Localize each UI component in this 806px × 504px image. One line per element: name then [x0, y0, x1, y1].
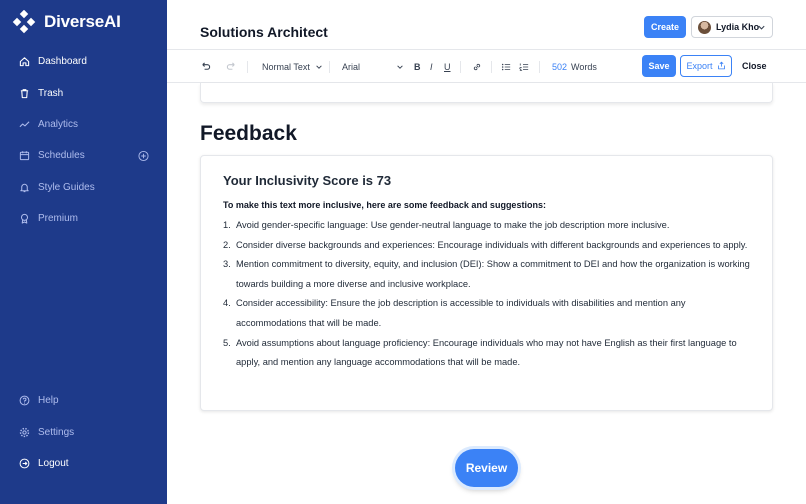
text-style-value: Normal Text [262, 61, 310, 72]
word-count: 502 Words [552, 50, 597, 83]
sidebar-item-label: Style Guides [38, 181, 95, 193]
export-label: Export [686, 61, 713, 71]
export-button[interactable]: Export [680, 55, 732, 77]
bold-button[interactable]: B [414, 50, 421, 83]
sidebar-item-schedules[interactable]: Schedules [0, 140, 167, 171]
create-button[interactable]: Create [644, 16, 686, 38]
toolbar-divider [539, 61, 540, 73]
page-title[interactable]: Solutions Architect [200, 24, 328, 40]
bell-icon [18, 181, 30, 193]
sidebar-nav: Dashboard Trash Analytics Schedules Styl… [0, 46, 167, 234]
sidebar-item-style-guides[interactable]: Style Guides [0, 172, 167, 203]
user-name: Lydia Kho [716, 22, 760, 32]
sidebar-bottom-nav: Help Settings Logout [0, 385, 167, 479]
toolbar-divider [329, 61, 330, 73]
font-value: Arial [342, 61, 361, 72]
italic-button[interactable]: I [430, 50, 433, 83]
feedback-intro: To make this text more inclusive, here a… [223, 200, 546, 210]
feedback-text: Avoid assumptions about language profici… [236, 337, 737, 368]
feedback-text: Avoid gender-specific language: Use gend… [236, 220, 670, 230]
sidebar: DiverseAI Dashboard Trash Analytics Sche… [0, 0, 167, 504]
toolbar-divider [491, 61, 492, 73]
undo-icon[interactable] [200, 50, 211, 83]
underline-button[interactable]: U [444, 50, 451, 83]
user-menu-button[interactable]: Lydia Kho [691, 16, 773, 38]
logout-icon [18, 457, 30, 469]
sidebar-item-label: Trash [38, 87, 64, 99]
feedback-text: Mention commitment to diversity, equity,… [236, 259, 750, 289]
font-select[interactable]: Arial [342, 50, 404, 83]
list-item: 1. Avoid gender-specific language: Use ge… [223, 220, 670, 230]
sidebar-item-logout[interactable]: Logout [0, 448, 167, 479]
sidebar-item-label: Dashboard [38, 56, 87, 68]
add-schedule-icon[interactable] [138, 150, 149, 161]
redo-icon[interactable] [226, 50, 237, 83]
sidebar-item-label: Help [38, 395, 59, 407]
badge-icon [18, 213, 30, 225]
save-button[interactable]: Save [642, 55, 676, 77]
calendar-icon [18, 150, 30, 162]
close-button[interactable]: Close [742, 55, 767, 77]
sidebar-item-dashboard[interactable]: Dashboard [0, 46, 167, 77]
inclusivity-score: Your Inclusivity Score is 73 [223, 173, 391, 188]
sidebar-item-help[interactable]: Help [0, 385, 167, 416]
list-item: 4. Consider accessibility: Ensure the job… [223, 298, 686, 328]
list-item: 2. Consider diverse backgrounds and exper… [223, 239, 748, 250]
sidebar-item-settings[interactable]: Settings [0, 416, 167, 447]
word-count-value: 502 [552, 61, 568, 72]
gear-icon [18, 426, 30, 438]
home-icon [18, 56, 30, 68]
feedback-card: Your Inclusivity Score is 73 To make thi… [200, 155, 773, 411]
chevron-down-icon [315, 63, 323, 71]
link-icon[interactable] [472, 50, 482, 83]
avatar [698, 20, 711, 34]
sidebar-item-label: Logout [38, 457, 69, 469]
sidebar-item-label: Schedules [38, 150, 85, 162]
review-button[interactable]: Review [455, 449, 518, 487]
list-item: 3. Mention commitment to diversity, equit… [223, 259, 750, 289]
help-icon [18, 395, 30, 407]
trash-icon [18, 87, 30, 99]
header: Solutions Architect Create Lydia Kho [167, 0, 806, 50]
diverseai-logo-icon [12, 9, 36, 34]
score-label: Your Inclusivity Score is [223, 173, 377, 188]
list-item: 5. Avoid assumptions about language profi… [223, 337, 737, 368]
sidebar-item-analytics[interactable]: Analytics [0, 109, 167, 140]
numbered-list-icon[interactable] [519, 50, 529, 83]
feedback-text: Consider accessibility: Ensure the job d… [236, 298, 686, 328]
text-style-select[interactable]: Normal Text [262, 50, 323, 83]
brand[interactable]: DiverseAI [12, 9, 121, 34]
sidebar-item-label: Analytics [38, 118, 79, 130]
bullet-list-icon[interactable] [501, 50, 511, 83]
sidebar-item-trash[interactable]: Trash [0, 77, 167, 108]
score-value: 73 [376, 173, 392, 188]
toolbar-divider [460, 61, 461, 73]
brand-name: DiverseAI [44, 12, 121, 31]
word-count-label: Words [571, 61, 597, 72]
toolbar-divider [247, 61, 248, 73]
share-icon [717, 61, 726, 72]
feedback-list: 1. Avoid gender-specific language: Use ge… [223, 216, 753, 373]
feedback-heading: Feedback [200, 122, 297, 145]
sidebar-item-label: Settings [38, 426, 75, 438]
sidebar-item-premium[interactable]: Premium [0, 203, 167, 234]
sidebar-item-label: Premium [38, 213, 79, 225]
feedback-text: Consider diverse backgrounds and experie… [236, 239, 748, 250]
chevron-down-icon [396, 63, 404, 71]
document-card [200, 83, 773, 103]
chevron-down-icon [757, 23, 766, 32]
analytics-icon [18, 118, 30, 130]
